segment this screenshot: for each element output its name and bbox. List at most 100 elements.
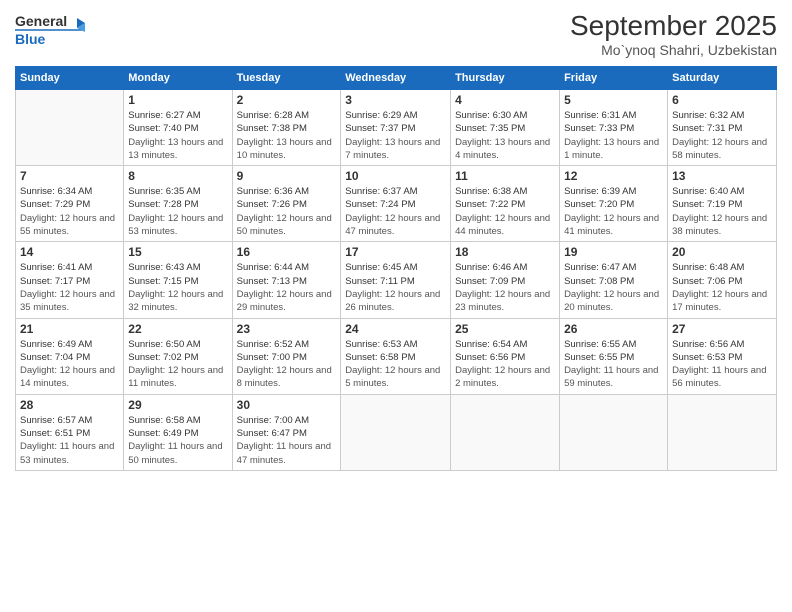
calendar-cell: 14 Sunrise: 6:41 AM Sunset: 7:17 PM Dayl… — [16, 242, 124, 318]
daylight-text: Daylight: 13 hours and 13 minutes. — [128, 136, 227, 163]
title-area: September 2025 Mo`ynoq Shahri, Uzbekista… — [570, 10, 777, 58]
cell-info: Sunrise: 6:55 AM Sunset: 6:55 PM Dayligh… — [564, 338, 663, 391]
cell-info: Sunrise: 6:30 AM Sunset: 7:35 PM Dayligh… — [455, 109, 555, 162]
calendar-cell: 24 Sunrise: 6:53 AM Sunset: 6:58 PM Dayl… — [341, 318, 451, 394]
logo: General Blue — [15, 10, 95, 48]
sunrise-text: Sunrise: 6:32 AM — [672, 109, 772, 122]
calendar-cell: 25 Sunrise: 6:54 AM Sunset: 6:56 PM Dayl… — [451, 318, 560, 394]
sunset-text: Sunset: 6:55 PM — [564, 351, 663, 364]
daylight-text: Daylight: 13 hours and 10 minutes. — [237, 136, 337, 163]
calendar-cell: 19 Sunrise: 6:47 AM Sunset: 7:08 PM Dayl… — [560, 242, 668, 318]
sunset-text: Sunset: 7:40 PM — [128, 122, 227, 135]
sunrise-text: Sunrise: 6:58 AM — [128, 414, 227, 427]
calendar-cell: 7 Sunrise: 6:34 AM Sunset: 7:29 PM Dayli… — [16, 166, 124, 242]
col-friday: Friday — [560, 67, 668, 90]
page-header: General Blue September 2025 Mo`ynoq Shah… — [15, 10, 777, 58]
sunrise-text: Sunrise: 6:57 AM — [20, 414, 119, 427]
sunset-text: Sunset: 7:31 PM — [672, 122, 772, 135]
sunset-text: Sunset: 7:04 PM — [20, 351, 119, 364]
sunrise-text: Sunrise: 6:43 AM — [128, 261, 227, 274]
cell-date: 7 — [20, 169, 119, 183]
cell-date: 3 — [345, 93, 446, 107]
cell-info: Sunrise: 6:50 AM Sunset: 7:02 PM Dayligh… — [128, 338, 227, 391]
cell-info: Sunrise: 6:39 AM Sunset: 7:20 PM Dayligh… — [564, 185, 663, 238]
cell-date: 11 — [455, 169, 555, 183]
sunrise-text: Sunrise: 6:55 AM — [564, 338, 663, 351]
calendar-cell: 10 Sunrise: 6:37 AM Sunset: 7:24 PM Dayl… — [341, 166, 451, 242]
sunrise-text: Sunrise: 6:54 AM — [455, 338, 555, 351]
sunrise-text: Sunrise: 6:53 AM — [345, 338, 446, 351]
daylight-text: Daylight: 12 hours and 29 minutes. — [237, 288, 337, 315]
daylight-text: Daylight: 12 hours and 14 minutes. — [20, 364, 119, 391]
calendar-table: Sunday Monday Tuesday Wednesday Thursday… — [15, 66, 777, 471]
sunrise-text: Sunrise: 6:30 AM — [455, 109, 555, 122]
calendar-week-row: 7 Sunrise: 6:34 AM Sunset: 7:29 PM Dayli… — [16, 166, 777, 242]
cell-date: 25 — [455, 322, 555, 336]
daylight-text: Daylight: 12 hours and 38 minutes. — [672, 212, 772, 239]
sunrise-text: Sunrise: 6:52 AM — [237, 338, 337, 351]
cell-date: 10 — [345, 169, 446, 183]
cell-info: Sunrise: 6:40 AM Sunset: 7:19 PM Dayligh… — [672, 185, 772, 238]
sunset-text: Sunset: 7:17 PM — [20, 275, 119, 288]
sunset-text: Sunset: 7:00 PM — [237, 351, 337, 364]
daylight-text: Daylight: 12 hours and 50 minutes. — [237, 212, 337, 239]
calendar-week-row: 28 Sunrise: 6:57 AM Sunset: 6:51 PM Dayl… — [16, 394, 777, 470]
daylight-text: Daylight: 11 hours and 53 minutes. — [20, 440, 119, 467]
cell-info: Sunrise: 6:56 AM Sunset: 6:53 PM Dayligh… — [672, 338, 772, 391]
cell-date: 18 — [455, 245, 555, 259]
daylight-text: Daylight: 12 hours and 11 minutes. — [128, 364, 227, 391]
cell-info: Sunrise: 7:00 AM Sunset: 6:47 PM Dayligh… — [237, 414, 337, 467]
cell-date: 9 — [237, 169, 337, 183]
sunrise-text: Sunrise: 6:35 AM — [128, 185, 227, 198]
sunrise-text: Sunrise: 6:49 AM — [20, 338, 119, 351]
calendar-cell: 26 Sunrise: 6:55 AM Sunset: 6:55 PM Dayl… — [560, 318, 668, 394]
calendar-cell: 22 Sunrise: 6:50 AM Sunset: 7:02 PM Dayl… — [124, 318, 232, 394]
sunrise-text: Sunrise: 6:40 AM — [672, 185, 772, 198]
cell-date: 24 — [345, 322, 446, 336]
sunrise-text: Sunrise: 6:28 AM — [237, 109, 337, 122]
calendar-week-row: 1 Sunrise: 6:27 AM Sunset: 7:40 PM Dayli… — [16, 90, 777, 166]
sunset-text: Sunset: 7:08 PM — [564, 275, 663, 288]
cell-date: 29 — [128, 398, 227, 412]
col-thursday: Thursday — [451, 67, 560, 90]
cell-info: Sunrise: 6:47 AM Sunset: 7:08 PM Dayligh… — [564, 261, 663, 314]
calendar-cell: 18 Sunrise: 6:46 AM Sunset: 7:09 PM Dayl… — [451, 242, 560, 318]
col-tuesday: Tuesday — [232, 67, 341, 90]
daylight-text: Daylight: 12 hours and 5 minutes. — [345, 364, 446, 391]
daylight-text: Daylight: 12 hours and 20 minutes. — [564, 288, 663, 315]
daylight-text: Daylight: 12 hours and 35 minutes. — [20, 288, 119, 315]
calendar-cell — [341, 394, 451, 470]
calendar-cell: 15 Sunrise: 6:43 AM Sunset: 7:15 PM Dayl… — [124, 242, 232, 318]
logo-svg: General Blue — [15, 10, 95, 48]
sunset-text: Sunset: 7:38 PM — [237, 122, 337, 135]
cell-date: 27 — [672, 322, 772, 336]
cell-date: 8 — [128, 169, 227, 183]
cell-info: Sunrise: 6:31 AM Sunset: 7:33 PM Dayligh… — [564, 109, 663, 162]
calendar-week-row: 14 Sunrise: 6:41 AM Sunset: 7:17 PM Dayl… — [16, 242, 777, 318]
daylight-text: Daylight: 12 hours and 26 minutes. — [345, 288, 446, 315]
cell-info: Sunrise: 6:27 AM Sunset: 7:40 PM Dayligh… — [128, 109, 227, 162]
cell-info: Sunrise: 6:36 AM Sunset: 7:26 PM Dayligh… — [237, 185, 337, 238]
daylight-text: Daylight: 12 hours and 23 minutes. — [455, 288, 555, 315]
cell-info: Sunrise: 6:43 AM Sunset: 7:15 PM Dayligh… — [128, 261, 227, 314]
calendar-cell: 21 Sunrise: 6:49 AM Sunset: 7:04 PM Dayl… — [16, 318, 124, 394]
sunrise-text: Sunrise: 6:46 AM — [455, 261, 555, 274]
cell-date: 20 — [672, 245, 772, 259]
sunrise-text: Sunrise: 6:36 AM — [237, 185, 337, 198]
cell-info: Sunrise: 6:35 AM Sunset: 7:28 PM Dayligh… — [128, 185, 227, 238]
sunset-text: Sunset: 7:11 PM — [345, 275, 446, 288]
cell-date: 2 — [237, 93, 337, 107]
daylight-text: Daylight: 12 hours and 2 minutes. — [455, 364, 555, 391]
col-saturday: Saturday — [668, 67, 777, 90]
daylight-text: Daylight: 13 hours and 7 minutes. — [345, 136, 446, 163]
cell-date: 19 — [564, 245, 663, 259]
daylight-text: Daylight: 12 hours and 58 minutes. — [672, 136, 772, 163]
sunrise-text: Sunrise: 6:34 AM — [20, 185, 119, 198]
calendar-cell: 23 Sunrise: 6:52 AM Sunset: 7:00 PM Dayl… — [232, 318, 341, 394]
sunset-text: Sunset: 7:20 PM — [564, 198, 663, 211]
cell-date: 28 — [20, 398, 119, 412]
sunrise-text: Sunrise: 7:00 AM — [237, 414, 337, 427]
sunset-text: Sunset: 6:56 PM — [455, 351, 555, 364]
daylight-text: Daylight: 11 hours and 59 minutes. — [564, 364, 663, 391]
calendar-cell — [668, 394, 777, 470]
